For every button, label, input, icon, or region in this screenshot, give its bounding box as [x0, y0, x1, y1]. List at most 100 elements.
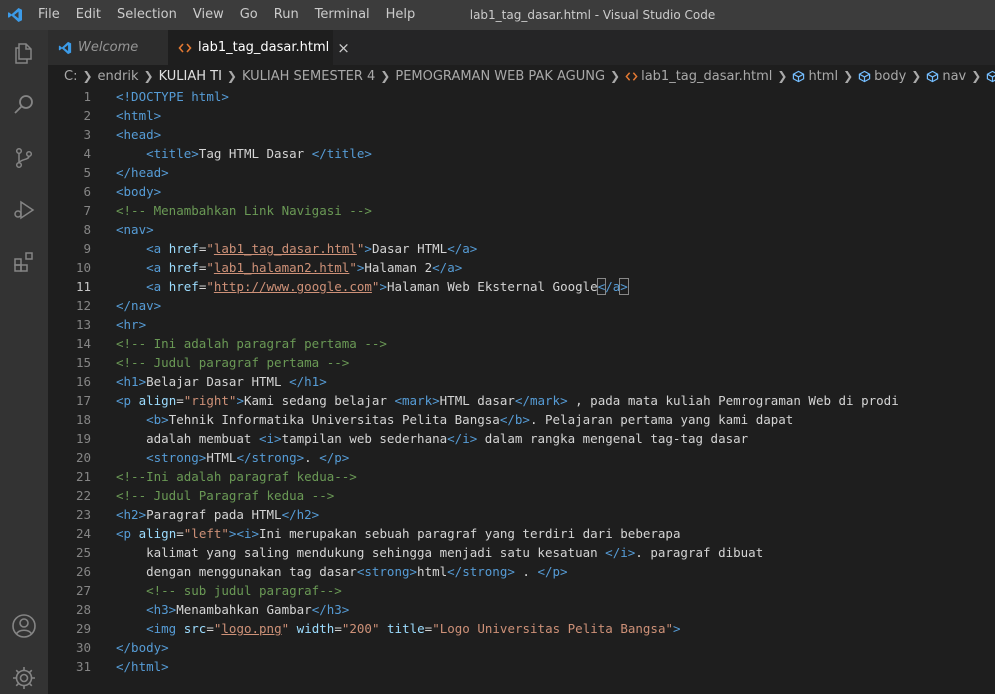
menu-file[interactable]: File: [30, 0, 68, 30]
code-token: HTML: [206, 450, 237, 465]
line-number: 2: [83, 108, 91, 123]
code-token: <nav>: [116, 222, 154, 237]
code-line[interactable]: 8 <nav>: [48, 220, 995, 239]
code-line[interactable]: 19 adalah membuat <i>tampilan web sederh…: [48, 429, 995, 448]
chevron-right-icon: ❯: [843, 69, 854, 83]
code-line[interactable]: 28 <h3>Menambahkan Gambar</h3>: [48, 600, 995, 619]
code-line[interactable]: 18 <b>Tehnik Informatika Universitas Pel…: [48, 410, 995, 429]
code-line[interactable]: 16 <h1>Belajar Dasar HTML </h1>: [48, 372, 995, 391]
breadcrumb-symbol[interactable]: nav: [942, 69, 966, 84]
code-text: <!-- sub judul paragraf-->: [116, 581, 342, 600]
code-token: >: [364, 241, 372, 256]
code-line[interactable]: 21 <!--Ini adalah paragraf kedua-->: [48, 467, 995, 486]
code-line[interactable]: 10 <a href="lab1_halaman2.html">Halaman …: [48, 258, 995, 277]
code-token: >: [673, 621, 681, 636]
menu-go[interactable]: Go: [232, 0, 266, 30]
tab-label: lab1_tag_dasar.html: [198, 40, 330, 55]
code-line[interactable]: 30 </body>: [48, 638, 995, 657]
settings-gear-icon[interactable]: [0, 654, 48, 694]
code-token: >: [619, 278, 629, 295]
explorer-icon[interactable]: [0, 30, 48, 78]
code-editor[interactable]: 1 <!DOCTYPE html> 2 <html> 3 <head> 4 <title>T…: [48, 87, 995, 694]
code-token: align: [138, 526, 177, 541]
code-token: </body>: [116, 640, 169, 655]
code-token: src: [183, 621, 207, 636]
menu-selection[interactable]: Selection: [109, 0, 185, 30]
line-number: 17: [75, 393, 91, 408]
code-line[interactable]: 13 <hr>: [48, 315, 995, 334]
vscode-logo-icon: [0, 0, 30, 30]
close-icon[interactable]: ×: [337, 39, 350, 57]
breadcrumb-folder[interactable]: PEMOGRAMAN WEB PAK AGUNG: [395, 69, 605, 84]
code-token: >: [379, 279, 387, 294]
code-token: . paragraf dibuat: [635, 545, 764, 560]
code-token: . Pelajaran pertama yang kami dapat: [529, 412, 794, 427]
symbol-icon: [792, 70, 805, 83]
run-debug-icon[interactable]: [0, 186, 48, 234]
code-token: </h1>: [289, 374, 327, 389]
code-line[interactable]: 25 kalimat yang saling mendukung sehingg…: [48, 543, 995, 562]
menu-edit[interactable]: Edit: [68, 0, 109, 30]
code-line[interactable]: 1 <!DOCTYPE html>: [48, 87, 995, 106]
breadcrumb-folder[interactable]: KULIAH SEMESTER 4: [242, 69, 375, 84]
symbol-icon: [986, 70, 995, 83]
code-token: <p: [116, 393, 132, 408]
code-text: </html>: [116, 657, 169, 676]
code-token: dengan menggunakan tag dasar: [116, 564, 357, 579]
code-line[interactable]: 14 <!-- Ini adalah paragraf pertama -->: [48, 334, 995, 353]
code-token: lab1_halaman2.html: [213, 260, 350, 275]
code-line[interactable]: 27 <!-- sub judul paragraf-->: [48, 581, 995, 600]
code-token: </strong>: [236, 450, 305, 465]
code-token: "left": [183, 526, 229, 541]
code-line[interactable]: 7 <!-- Menambahkan Link Navigasi -->: [48, 201, 995, 220]
line-number: 28: [75, 602, 91, 617]
breadcrumb-symbol[interactable]: html: [808, 69, 838, 84]
code-line[interactable]: 26 dengan menggunakan tag dasar<strong>h…: [48, 562, 995, 581]
code-line[interactable]: 24 <p align="left"><i>Ini merupakan sebua…: [48, 524, 995, 543]
menu-view[interactable]: View: [185, 0, 232, 30]
code-token: <i>: [259, 431, 282, 446]
code-text: </head>: [116, 163, 169, 182]
code-token: =: [334, 621, 342, 636]
code-line[interactable]: 29 <img src="logo.png" width="200" title…: [48, 619, 995, 638]
code-line[interactable]: 31 </html>: [48, 657, 995, 676]
code-line[interactable]: 6 <body>: [48, 182, 995, 201]
code-line[interactable]: 5 </head>: [48, 163, 995, 182]
code-token: "right": [183, 393, 237, 408]
line-number: 30: [75, 640, 91, 655]
code-line[interactable]: 23 <h2>Paragraf pada HTML</h2>: [48, 505, 995, 524]
tab-lab1-tag-dasar[interactable]: lab1_tag_dasar.html ×: [168, 30, 350, 65]
code-text: <html>: [116, 106, 161, 125]
code-line[interactable]: 11 <a href="http://www.google.com">Halam…: [48, 277, 995, 296]
code-line[interactable]: 2 <html>: [48, 106, 995, 125]
line-number: 29: [75, 621, 91, 636]
code-line[interactable]: 22 <!-- Judul Paragraf kedua -->: [48, 486, 995, 505]
code-line[interactable]: 3 <head>: [48, 125, 995, 144]
code-line[interactable]: 12 </nav>: [48, 296, 995, 315]
tab-welcome[interactable]: Welcome: [48, 30, 168, 65]
code-line[interactable]: 20 <strong>HTML</strong>. </p>: [48, 448, 995, 467]
code-token: <strong>: [146, 450, 207, 465]
code-token: </html>: [116, 659, 169, 674]
symbol-icon: [858, 70, 871, 83]
source-control-icon[interactable]: [0, 134, 48, 182]
breadcrumb-folder[interactable]: endrik: [98, 69, 139, 84]
code-token: Tag HTML Dasar: [198, 146, 312, 161]
code-text: <!-- Judul paragraf pertama -->: [116, 353, 349, 372]
breadcrumb-folder[interactable]: KULIAH TI: [159, 69, 222, 84]
code-line[interactable]: 9 <a href="lab1_tag_dasar.html">Dasar HT…: [48, 239, 995, 258]
code-line[interactable]: 4 <title>Tag HTML Dasar </title>: [48, 144, 995, 163]
account-icon[interactable]: [0, 602, 48, 650]
code-line[interactable]: 17 <p align="right">Kami sedang belajar <…: [48, 391, 995, 410]
breadcrumb-file[interactable]: lab1_tag_dasar.html: [641, 69, 772, 84]
search-icon[interactable]: [0, 80, 48, 128]
code-token: logo.png: [221, 621, 282, 636]
breadcrumb-drive[interactable]: C:: [64, 69, 77, 84]
code-line[interactable]: 15 <!-- Judul paragraf pertama -->: [48, 353, 995, 372]
code-token: Menambahkan Gambar: [176, 602, 312, 617]
extensions-icon[interactable]: [0, 238, 48, 286]
breadcrumb-symbol[interactable]: body: [874, 69, 906, 84]
